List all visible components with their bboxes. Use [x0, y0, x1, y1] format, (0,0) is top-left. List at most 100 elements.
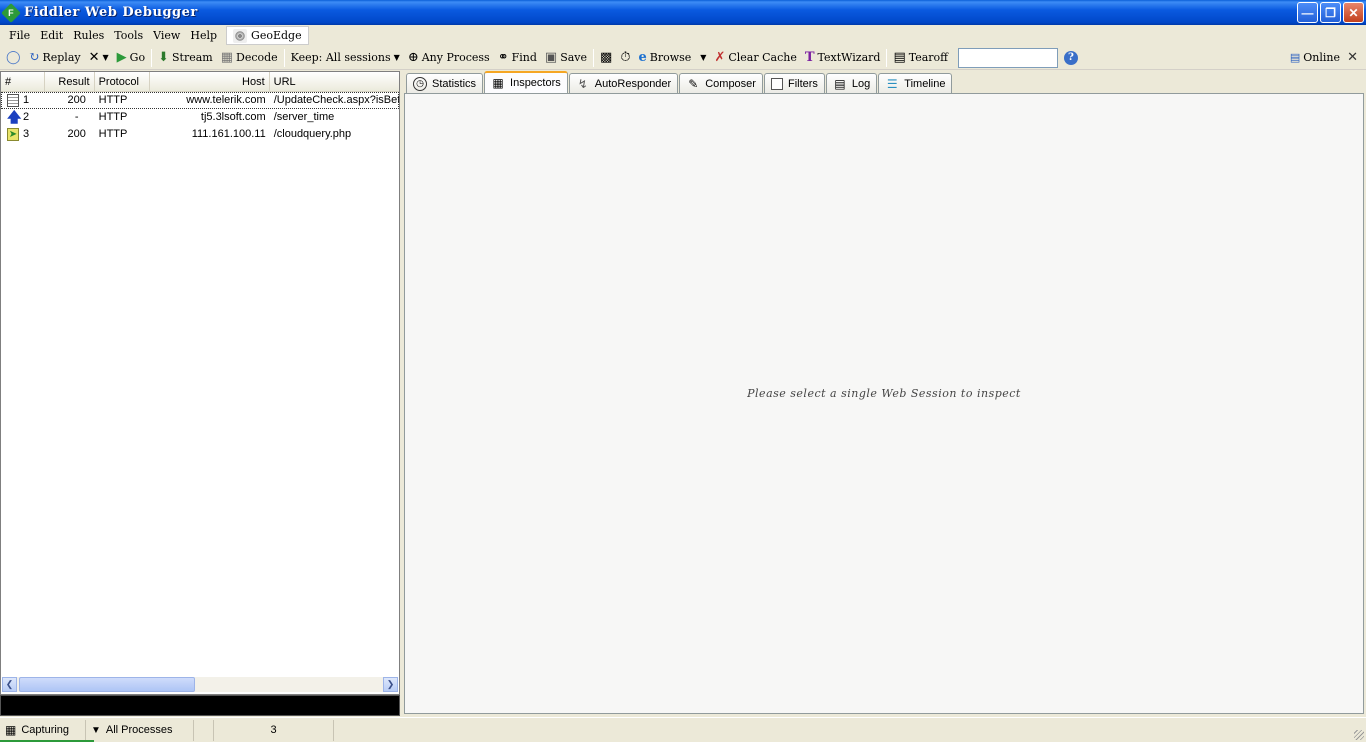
chevron-down-icon: ▼: [102, 53, 109, 62]
keep-label: Keep: All sessions: [290, 51, 391, 64]
process-filter-button[interactable]: ⊕ Any Process: [404, 47, 494, 69]
save-icon: ▣: [544, 50, 558, 65]
quickexec-input[interactable]: [0, 695, 400, 716]
menu-file[interactable]: File: [4, 25, 35, 46]
remove-button[interactable]: ✕ ▼: [85, 47, 113, 69]
process-filter-status[interactable]: ▼ All Processes: [86, 719, 194, 741]
browse-label: Browse: [649, 51, 692, 64]
session-host: 111.161.100.11: [191, 128, 266, 140]
session-result: -: [74, 111, 79, 123]
online-indicator[interactable]: ▤ Online: [1290, 51, 1340, 64]
replay-button[interactable]: ↻ Replay: [25, 47, 85, 69]
replay-icon: ↻: [28, 50, 40, 65]
scroll-right-icon[interactable]: ❯: [383, 677, 398, 692]
status-bar: ▦ Capturing ▼ All Processes 3: [0, 717, 1366, 742]
tab-timeline[interactable]: ☰ Timeline: [878, 73, 953, 93]
pane-splitter[interactable]: [400, 71, 403, 716]
filter-icon: ▼: [91, 724, 101, 736]
remove-x-icon: ✕: [88, 50, 100, 65]
title-bar[interactable]: F Fiddler Web Debugger — ❐ ✕: [0, 0, 1366, 25]
comment-button[interactable]: ◯: [2, 47, 25, 69]
session-row[interactable]: ➤ 3 200 HTTP 111.161.100.11 /cloudquery.p…: [1, 126, 399, 143]
stream-arrow-icon: ⬇: [158, 50, 169, 65]
capturing-toggle[interactable]: ▦ Capturing: [0, 719, 86, 741]
session-num: 1: [23, 94, 30, 106]
stopwatch-icon: ◷: [413, 76, 427, 91]
camera-icon: ▩: [600, 50, 613, 65]
search-input[interactable]: [957, 47, 1058, 68]
tearoff-button[interactable]: ▤ Tearoff: [889, 47, 952, 69]
toolbar: ◯ ↻ Replay ✕ ▼ ▶ Go ⬇ Stream ▦ Decode Keep: A…: [0, 46, 1366, 70]
browse-button[interactable]: e Browse ▼: [634, 47, 710, 69]
clear-cache-icon: ✗: [714, 50, 726, 65]
sessions-list[interactable]: # Result Protocol Host URL 1 200 HTTP ww…: [0, 71, 400, 695]
capturing-label: Capturing: [21, 724, 70, 736]
column-header-host[interactable]: Host: [150, 72, 270, 92]
tab-log[interactable]: ▤ Log: [825, 73, 878, 93]
session-url: /UpdateCheck.aspx?isBet: [273, 94, 399, 106]
screenshot-button[interactable]: ▩: [596, 47, 616, 69]
play-icon: ▶: [116, 50, 127, 65]
binoculars-icon: ⚭: [497, 50, 509, 65]
close-toolbar-icon[interactable]: ✕: [1347, 50, 1358, 65]
tab-label: AutoResponder: [594, 77, 672, 90]
chevron-down-icon: ▼: [393, 53, 400, 62]
scroll-track[interactable]: [17, 677, 383, 692]
minimize-button[interactable]: —: [1297, 2, 1318, 23]
textwizard-label: TextWizard: [817, 51, 881, 64]
tab-inspectors[interactable]: ▦ Inspectors: [484, 71, 568, 93]
find-button[interactable]: ⚭ Find: [494, 47, 541, 69]
tab-label: Inspectors: [510, 77, 561, 89]
go-button[interactable]: ▶ Go: [113, 47, 149, 69]
session-count: 3: [214, 719, 334, 741]
clear-cache-button[interactable]: ✗ Clear Cache: [710, 47, 800, 69]
stream-button[interactable]: ⬇ Stream: [154, 47, 217, 69]
capture-icon: ▦: [5, 723, 17, 737]
save-label: Save: [560, 51, 588, 64]
empty-state-message: Please select a single Web Session to in…: [747, 387, 1021, 400]
speech-bubble-icon: ◯: [6, 50, 21, 65]
decode-button[interactable]: ▦ Decode: [217, 47, 282, 69]
decode-label: Decode: [236, 51, 278, 64]
menu-rules[interactable]: Rules: [68, 25, 109, 46]
session-protocol: HTTP: [98, 128, 128, 140]
status-blank: [194, 719, 214, 741]
column-header-num[interactable]: #: [1, 72, 45, 92]
resize-grip-icon[interactable]: [1354, 730, 1364, 740]
help-icon[interactable]: ?: [1063, 50, 1078, 65]
session-num: 3: [23, 128, 30, 140]
textwizard-button[interactable]: T TextWizard: [801, 47, 885, 69]
menu-edit[interactable]: Edit: [35, 25, 68, 46]
tab-statistics[interactable]: ◷ Statistics: [406, 73, 484, 93]
restore-button[interactable]: ❐: [1320, 2, 1341, 23]
tab-label: Timeline: [904, 77, 946, 90]
session-row[interactable]: 1 200 HTTP www.telerik.com /UpdateCheck.…: [1, 92, 399, 109]
tab-composer[interactable]: ✎ Composer: [679, 73, 763, 93]
online-label: Online: [1303, 51, 1340, 64]
tearoff-label: Tearoff: [908, 51, 948, 64]
session-result: 200: [67, 128, 86, 140]
timeline-icon: ☰: [886, 76, 898, 91]
column-header-protocol[interactable]: Protocol: [95, 72, 151, 92]
session-row[interactable]: 🡅 2 - HTTP tj5.3lsoft.com /server_time: [1, 109, 399, 126]
scroll-left-icon[interactable]: ❮: [2, 677, 17, 692]
horizontal-scrollbar[interactable]: ❮ ❯: [2, 677, 398, 692]
session-url: /server_time: [273, 111, 335, 123]
tab-filters[interactable]: Filters: [763, 73, 825, 93]
session-host: tj5.3lsoft.com: [200, 111, 266, 123]
menu-help[interactable]: Help: [185, 25, 222, 46]
tab-strip: ◷ Statistics ▦ Inspectors ↯ AutoResponde…: [404, 71, 1366, 93]
scroll-thumb[interactable]: [19, 677, 195, 692]
column-header-result[interactable]: Result: [45, 72, 95, 92]
keep-sessions-dropdown[interactable]: Keep: All sessions ▼: [287, 47, 404, 69]
menu-view[interactable]: View: [148, 25, 185, 46]
process-label: Any Process: [421, 51, 490, 64]
tab-autoresponder[interactable]: ↯ AutoResponder: [568, 73, 679, 93]
toolbar-separator: [283, 48, 285, 67]
timer-button[interactable]: ⏱: [616, 47, 634, 69]
close-button[interactable]: ✕: [1343, 2, 1364, 23]
save-button[interactable]: ▣ Save: [541, 47, 591, 69]
column-header-url[interactable]: URL: [270, 72, 399, 92]
menu-geoedge[interactable]: GeoEdge: [226, 26, 309, 45]
menu-tools[interactable]: Tools: [109, 25, 148, 46]
